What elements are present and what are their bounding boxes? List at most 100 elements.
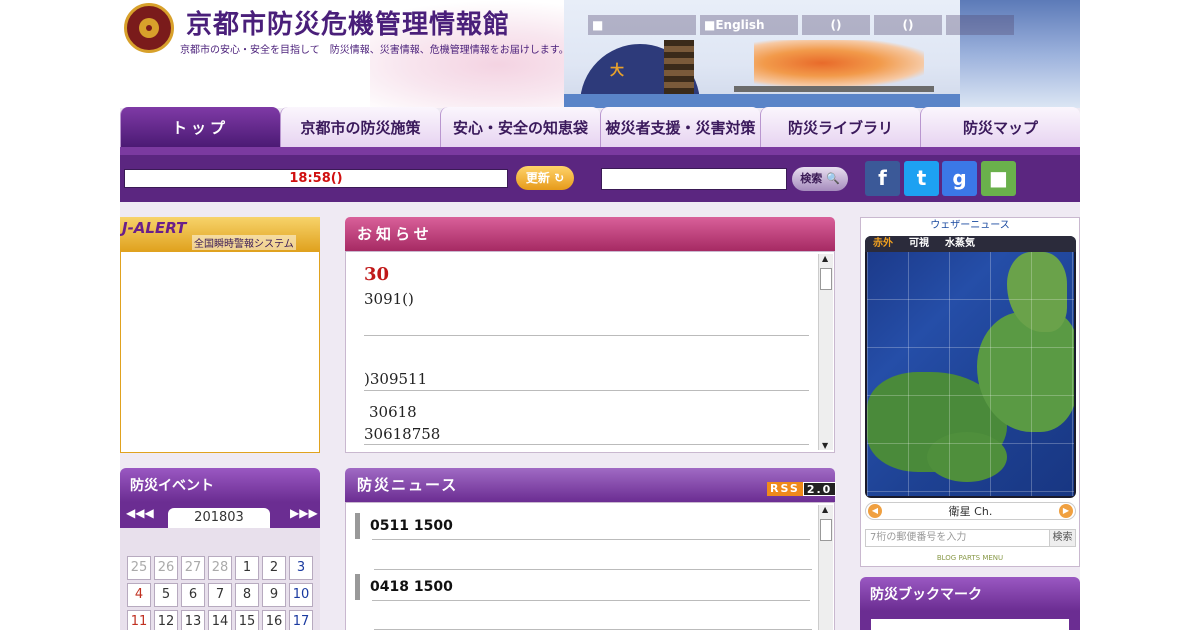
jalert-title: J-ALERT <box>122 219 187 237</box>
refresh-button[interactable]: 更新 ↻ <box>516 166 574 190</box>
weather-widget-title[interactable]: ウェザーニュース <box>861 218 1079 234</box>
toolbar: 18:58() 更新 ↻ 検索 🔍 f t g ■ <box>120 147 1080 202</box>
notice-item-text[interactable]: 30618758 <box>364 425 440 443</box>
daimonji-mark: 大 <box>610 63 624 79</box>
satellite-map-image <box>867 252 1074 496</box>
calendar-day[interactable]: 2 <box>262 556 286 580</box>
menu-library[interactable]: 防災ライブラリ <box>760 107 920 147</box>
calendar-grid: 25 26 27 28 1 2 3 4 5 6 7 8 9 10 11 12 1… <box>120 528 320 630</box>
map-grid <box>867 252 1074 496</box>
divider <box>364 335 809 336</box>
pagoda-illustration <box>664 40 694 100</box>
bookmark-heading: 防災ブックマーク <box>860 577 1080 611</box>
calendar-day[interactable]: 8 <box>235 583 259 607</box>
site-search-input[interactable] <box>601 168 787 190</box>
tab-infrared[interactable]: 赤外 <box>865 236 901 252</box>
news-title: 防災ニュース <box>357 476 459 494</box>
topnav-link-5[interactable] <box>946 15 1014 35</box>
calendar-next-button[interactable]: ▶▶▶ <box>290 506 318 520</box>
facebook-icon[interactable]: f <box>865 161 900 196</box>
notice-item-title[interactable]: 30 <box>364 264 389 285</box>
menu-disaster-policy[interactable]: 京都市の防災施策 <box>280 107 440 147</box>
channel-label: 衛星 Ch. <box>948 505 993 518</box>
calendar-day[interactable]: 15 <box>235 610 259 630</box>
jalert-subtitle: 全国瞬時警報システム <box>192 235 296 250</box>
scroll-thumb[interactable] <box>820 268 832 290</box>
notice-scrollbar[interactable]: ▲ ▼ <box>818 254 833 450</box>
calendar-day[interactable]: 4 <box>127 583 151 607</box>
calendar-day[interactable]: 25 <box>127 556 151 580</box>
calendar-day[interactable]: 10 <box>289 583 313 607</box>
menu-top[interactable]: トップ <box>120 107 280 147</box>
news-item[interactable]: 0511 1500 <box>355 513 810 539</box>
satellite-tabs: 赤外 可視 水蒸気 <box>865 236 1076 252</box>
bridge-illustration <box>734 86 934 92</box>
menu-disaster-map[interactable]: 防災マップ <box>920 107 1080 147</box>
notice-item-text[interactable]: 30618 <box>369 403 417 421</box>
calendar-day[interactable]: 6 <box>181 583 205 607</box>
site-subtitle: 京都市の安心・安全を目指して 防災情報、災害情報、危機管理情報をお届けします。 <box>180 45 569 56</box>
top-utility-nav: ■ ■English () () <box>588 15 1014 35</box>
tab-water-vapor[interactable]: 水蒸気 <box>937 236 983 252</box>
jalert-header: J-ALERT 全国瞬時警報システム <box>120 217 320 251</box>
topnav-link-1[interactable]: ■ <box>588 15 696 35</box>
search-button[interactable]: 検索 🔍 <box>792 167 848 191</box>
bookmark-panel <box>860 611 1080 630</box>
calendar-prev-button[interactable]: ◀◀◀ <box>126 506 154 520</box>
news-scrollbar[interactable]: ▲ <box>818 505 833 630</box>
twitter-icon[interactable]: t <box>904 161 939 196</box>
topnav-link-4[interactable]: () <box>874 15 942 35</box>
weather-widget: ウェザーニュース 赤外 可視 水蒸気 ◀ 衛星 Ch. ▶ 7桁の郵便番号を入力… <box>860 217 1080 567</box>
scroll-thumb[interactable] <box>820 519 832 541</box>
calendar-day[interactable]: 9 <box>262 583 286 607</box>
calendar-day[interactable]: 3 <box>289 556 313 580</box>
rss-version: 2.0 <box>802 482 837 496</box>
calendar-day[interactable]: 7 <box>208 583 232 607</box>
calendar-day[interactable]: 1 <box>235 556 259 580</box>
kyoto-city-logo[interactable] <box>124 3 174 53</box>
calendar-day[interactable]: 17 <box>289 610 313 630</box>
channel-prev-icon[interactable]: ◀ <box>868 504 882 518</box>
scroll-up-icon[interactable]: ▲ <box>822 254 828 263</box>
calendar-day[interactable]: 27 <box>181 556 205 580</box>
site-title[interactable]: 京都市防災危機管理情報館 <box>186 4 510 41</box>
search-label: 検索 <box>800 172 823 185</box>
calendar-day[interactable]: 11 <box>127 610 151 630</box>
calendar-day[interactable]: 26 <box>154 556 178 580</box>
notice-heading: お知らせ <box>345 217 835 251</box>
zip-code-input[interactable]: 7桁の郵便番号を入力 <box>865 529 1051 547</box>
calendar-day[interactable]: 14 <box>208 610 232 630</box>
autumn-leaves-illustration <box>754 40 924 86</box>
bookmark-service-icon[interactable]: ■ <box>981 161 1016 196</box>
topnav-link-english[interactable]: ■English <box>700 15 798 35</box>
page: 京都市防災危機管理情報館 京都市の安心・安全を目指して 防災情報、災害情報、危機… <box>120 0 1080 630</box>
calendar-month: 201803 <box>168 508 270 528</box>
menu-victim-support[interactable]: 被災者支援・災害対策 <box>600 107 760 147</box>
channel-next-icon[interactable]: ▶ <box>1059 504 1073 518</box>
calendar-day[interactable]: 12 <box>154 610 178 630</box>
zip-search-button[interactable]: 検索 <box>1049 529 1076 547</box>
jalert-panel <box>120 251 320 453</box>
calendar-day[interactable]: 13 <box>181 610 205 630</box>
refresh-icon: ↻ <box>554 171 565 185</box>
notice-item-text[interactable]: 3091() <box>364 290 414 308</box>
events-heading: 防災イベント <box>120 468 320 502</box>
google-icon[interactable]: g <box>942 161 977 196</box>
calendar-day[interactable]: 28 <box>208 556 232 580</box>
calendar-day[interactable]: 16 <box>262 610 286 630</box>
calendar-nav: ◀◀◀ 201803 ▶▶▶ <box>120 502 320 528</box>
news-item[interactable]: 0418 1500 <box>355 574 810 600</box>
divider <box>374 569 812 570</box>
bookmark-list <box>870 618 1070 630</box>
tab-visible[interactable]: 可視 <box>901 236 937 252</box>
channel-selector[interactable]: ◀ 衛星 Ch. ▶ <box>865 502 1076 520</box>
rss-badge[interactable]: RSS 2.0 <box>767 482 837 496</box>
blog-parts-menu-link[interactable]: BLOG PARTS MENU <box>861 554 1079 562</box>
scroll-up-icon[interactable]: ▲ <box>822 505 828 514</box>
topnav-link-3[interactable]: () <box>802 15 870 35</box>
menu-safety-tips[interactable]: 安心・安全の知恵袋 <box>440 107 600 147</box>
scroll-down-icon[interactable]: ▼ <box>822 441 828 450</box>
notice-item-text[interactable]: )309511 <box>364 370 427 388</box>
calendar-day[interactable]: 5 <box>154 583 178 607</box>
rss-label: RSS <box>767 482 803 496</box>
